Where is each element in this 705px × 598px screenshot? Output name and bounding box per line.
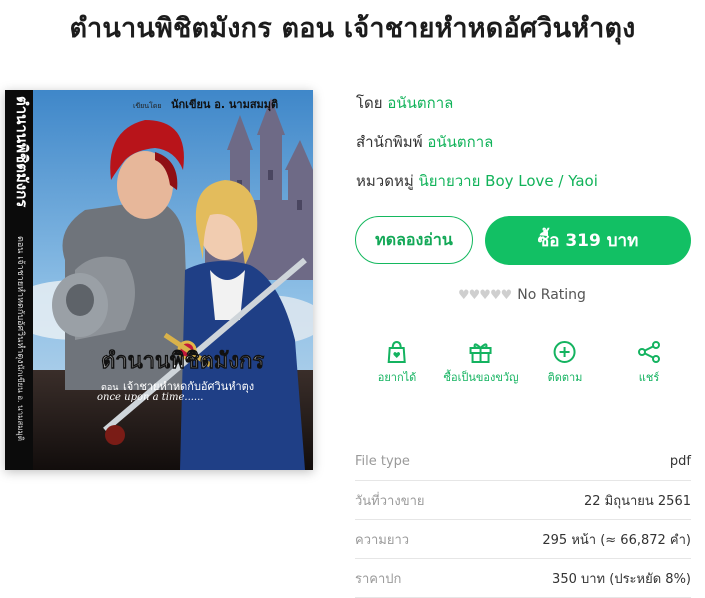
info-value: 295 หน้า (≈ 66,872 คำ) xyxy=(542,532,691,548)
follow-button[interactable]: ติดตาม xyxy=(547,340,583,386)
book-info-table: File type pdf วันที่วางขาย 22 มิถุนายน 2… xyxy=(355,442,691,598)
info-key: File type xyxy=(355,453,410,469)
cover-main-title: ตำนานพิชิตมังกร xyxy=(101,349,264,374)
rating: ♥♥♥♥♥ No Rating xyxy=(458,287,586,303)
category-row: หมวดหมู่ นิยายวาย Boy Love / Yaoi xyxy=(356,169,598,193)
gift-icon xyxy=(470,343,492,363)
gift-label: ซื้อเป็นของขวัญ xyxy=(443,371,519,384)
cover-spine-sub: ตอน เจ้าชายหำหดกับอัศวินหำตุง xyxy=(15,236,26,364)
cover-spine-title: ตำนานพิชิตมังกร xyxy=(13,96,31,208)
rating-hearts-icon: ♥♥♥♥♥ xyxy=(458,287,512,303)
wishlist-button[interactable]: อยากได้ xyxy=(377,340,417,386)
page-title: ตำนานพิชิตมังกร ตอน เจ้าชายหำหดอัศวินหำต… xyxy=(69,13,636,44)
info-key: วันที่วางขาย xyxy=(355,493,425,509)
cover-sub-title: เจ้าชายหำหดกับอัศวินหำตุง xyxy=(123,380,254,393)
book-cover-image[interactable]: เขียนโดย นักเขียน อ. นามสมมุติ ตำนานพิชิ… xyxy=(5,90,313,470)
wishlist-bag-icon xyxy=(387,340,407,363)
cover-author-prefix: เขียนโดย xyxy=(133,101,161,110)
info-value: 350 บาท (ประหยัด 8%) xyxy=(552,571,691,587)
info-row-release-date: วันที่วางขาย 22 มิถุนายน 2561 xyxy=(355,481,691,520)
follow-label: ติดตาม xyxy=(547,371,583,384)
wishlist-label: อยากได้ xyxy=(377,371,417,384)
share-label: แชร์ xyxy=(638,371,660,384)
publisher-link[interactable]: อนันตกาล xyxy=(427,133,493,151)
author-link[interactable]: อนันตกาล xyxy=(387,94,453,112)
rating-text: No Rating xyxy=(517,287,586,303)
info-key: ความยาว xyxy=(355,532,410,548)
share-icon xyxy=(638,341,660,363)
info-row-cover-price: ราคาปก 350 บาท (ประหยัด 8%) xyxy=(355,559,691,598)
author-row: โดย อนันตกาล xyxy=(356,91,453,115)
publisher-row: สำนักพิมพ์ อนันตกาล xyxy=(356,130,493,154)
share-button[interactable]: แชร์ xyxy=(637,340,661,386)
info-key: ราคาปก xyxy=(355,571,402,587)
cover-once-upon: once upon a time...... xyxy=(97,392,203,403)
follow-plus-icon xyxy=(553,341,576,363)
publisher-label: สำนักพิมพ์ xyxy=(356,133,423,151)
cover-spine-author: นักเขียน อ. นามสมมุติ xyxy=(16,364,25,441)
info-row-length: ความยาว 295 หน้า (≈ 66,872 คำ) xyxy=(355,520,691,559)
info-value: pdf xyxy=(669,453,691,469)
gift-button[interactable]: ซื้อเป็นของขวัญ xyxy=(443,340,519,386)
buy-button[interactable]: ซื้อ 319 บาท xyxy=(485,216,691,265)
category-link[interactable]: นิยายวาย Boy Love / Yaoi xyxy=(419,172,598,190)
cover-author-name: นักเขียน อ. นามสมมุติ xyxy=(171,98,278,112)
category-label: หมวดหมู่ xyxy=(356,172,414,190)
cover-sub-prefix: ตอน xyxy=(101,383,118,393)
info-row-file-type: File type pdf xyxy=(355,442,691,481)
info-value: 22 มิถุนายน 2561 xyxy=(583,493,691,509)
try-read-button[interactable]: ทดลองอ่าน xyxy=(355,216,473,264)
author-label: โดย xyxy=(356,94,383,112)
